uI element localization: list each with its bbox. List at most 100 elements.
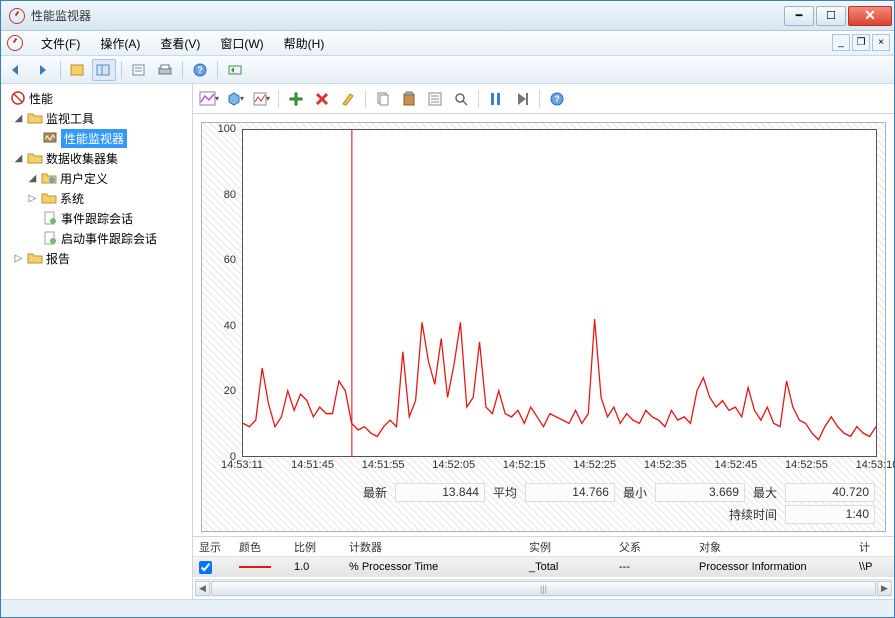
body: 性能 ◢ 监视工具 性能监视器 ◢ 数据收集器集 ◢ 用户定义 [1, 84, 894, 599]
scroll-thumb[interactable]: ||| [211, 581, 876, 596]
expand-icon[interactable]: ▷ [27, 193, 38, 204]
doc-icon [42, 231, 58, 245]
menu-window[interactable]: 窗口(W) [210, 33, 273, 54]
chart-help-button[interactable]: ? [545, 88, 569, 110]
mdi-restore-button[interactable]: ❐ [852, 34, 870, 51]
tree-reports[interactable]: ▷ 报告 [3, 248, 190, 268]
toolbar-pane-button[interactable] [92, 59, 116, 81]
col-parent[interactable]: 父系 [613, 539, 693, 555]
h-scrollbar[interactable]: ◀ ||| ▶ [195, 579, 892, 597]
chart-3d-button[interactable]: ▾ [223, 88, 247, 110]
svg-text:?: ? [554, 94, 560, 104]
stat-avg-label: 平均 [489, 483, 521, 502]
stat-duration-label: 持续时间 [725, 505, 781, 524]
col-show[interactable]: 显示 [193, 539, 233, 555]
chart-box: 020406080100 14:53:1114:51:4514:51:5514:… [201, 122, 886, 532]
menu-view[interactable]: 查看(V) [150, 33, 210, 54]
stat-avg-value: 14.766 [525, 483, 615, 502]
tree-system[interactable]: ▷ 系统 [3, 188, 190, 208]
mdi-close-button[interactable]: × [872, 34, 890, 51]
tree-perfmon[interactable]: 性能监视器 [3, 128, 190, 148]
svg-text:?: ? [197, 65, 203, 75]
tree-label: 性能 [29, 90, 53, 107]
tree-label: 数据收集器集 [46, 150, 118, 167]
tree-root-performance[interactable]: 性能 [3, 88, 190, 108]
counter-show-checkbox[interactable] [199, 561, 212, 574]
y-axis: 020406080100 [202, 123, 242, 459]
show-hide-tree-button[interactable] [66, 59, 90, 81]
nav-tree[interactable]: 性能 ◢ 监视工具 性能监视器 ◢ 数据收集器集 ◢ 用户定义 [1, 84, 193, 599]
stat-min-label: 最小 [619, 483, 651, 502]
collapse-icon[interactable]: ◢ [27, 173, 38, 184]
counter-list: 显示 颜色 比例 计数器 实例 父系 对象 计 1.0 % Processor … [193, 536, 894, 599]
col-scale[interactable]: 比例 [288, 539, 343, 555]
app-icon [9, 8, 25, 24]
properties-button-2[interactable] [423, 88, 447, 110]
window-title: 性能监视器 [31, 7, 784, 24]
tree-label: 事件跟踪会话 [61, 210, 133, 227]
maximize-button[interactable]: ☐ [816, 6, 846, 26]
counter-scale: 1.0 [288, 561, 343, 573]
tree-collector-sets[interactable]: ◢ 数据收集器集 [3, 148, 190, 168]
col-computer[interactable]: 计 [853, 539, 894, 555]
stat-duration-value: 1:40 [785, 505, 875, 524]
counter-header[interactable]: 显示 颜色 比例 计数器 实例 父系 对象 计 [193, 537, 894, 557]
tree-monitor-tools[interactable]: ◢ 监视工具 [3, 108, 190, 128]
add-counter-button[interactable] [284, 88, 308, 110]
delete-counter-button[interactable] [310, 88, 334, 110]
plot[interactable] [242, 129, 877, 457]
toolbar: ? [1, 56, 894, 84]
zoom-button[interactable] [449, 88, 473, 110]
stats-panel: 最新 13.844 平均 14.766 最小 3.669 最大 40.720 持… [202, 479, 885, 531]
col-object[interactable]: 对象 [693, 539, 853, 555]
titlebar[interactable]: 性能监视器 ━ ☐ ✕ [1, 1, 894, 31]
stat-max-label: 最大 [749, 483, 781, 502]
counter-object: Processor Information [693, 561, 853, 573]
highlight-button[interactable] [336, 88, 360, 110]
counter-parent: --- [613, 561, 693, 573]
counter-color-swatch [239, 566, 271, 568]
stat-max-value: 40.720 [785, 483, 875, 502]
menu-app-icon [7, 35, 23, 51]
counter-instance: _Total [523, 561, 613, 573]
toolbar-misc-button[interactable] [223, 59, 247, 81]
tree-startup-trace[interactable]: 启动事件跟踪会话 [3, 228, 190, 248]
view-type-button[interactable]: ▾ [197, 88, 221, 110]
menu-file[interactable]: 文件(F) [31, 33, 90, 54]
collapse-icon[interactable]: ◢ [13, 153, 24, 164]
chart-style-button[interactable]: ▾ [249, 88, 273, 110]
col-instance[interactable]: 实例 [523, 539, 613, 555]
col-counter[interactable]: 计数器 [343, 539, 523, 555]
tree-label: 监视工具 [46, 110, 94, 127]
tree-label: 性能监视器 [61, 129, 127, 148]
mdi-minimize-button[interactable]: _ [832, 34, 850, 51]
back-button[interactable] [5, 59, 29, 81]
stat-latest-label: 最新 [359, 483, 391, 502]
minimize-button[interactable]: ━ [784, 6, 814, 26]
tree-user-defined[interactable]: ◢ 用户定义 [3, 168, 190, 188]
forward-button[interactable] [31, 59, 55, 81]
scroll-left-button[interactable]: ◀ [195, 581, 210, 596]
properties-button[interactable] [127, 59, 151, 81]
chart-toolbar: ▾ ▾ ▾ ? [193, 84, 894, 114]
no-entry-icon [10, 91, 26, 105]
copy-button[interactable] [371, 88, 395, 110]
stat-min-value: 3.669 [655, 483, 745, 502]
scroll-right-button[interactable]: ▶ [877, 581, 892, 596]
help-button[interactable]: ? [188, 59, 212, 81]
tree-event-trace[interactable]: 事件跟踪会话 [3, 208, 190, 228]
menu-action[interactable]: 操作(A) [90, 33, 150, 54]
close-button[interactable]: ✕ [848, 6, 892, 26]
expand-icon[interactable]: ▷ [13, 253, 24, 264]
collapse-icon[interactable]: ◢ [13, 113, 24, 124]
update-button[interactable] [510, 88, 534, 110]
menu-help[interactable]: 帮助(H) [274, 33, 335, 54]
print-button[interactable] [153, 59, 177, 81]
main-pane: ▾ ▾ ▾ ? 0204 [193, 84, 894, 599]
counter-row[interactable]: 1.0 % Processor Time _Total --- Processo… [193, 557, 894, 577]
col-color[interactable]: 颜色 [233, 539, 288, 555]
freeze-button[interactable] [484, 88, 508, 110]
paste-button[interactable] [397, 88, 421, 110]
stat-latest-value: 13.844 [395, 483, 485, 502]
plot-svg [243, 130, 876, 456]
